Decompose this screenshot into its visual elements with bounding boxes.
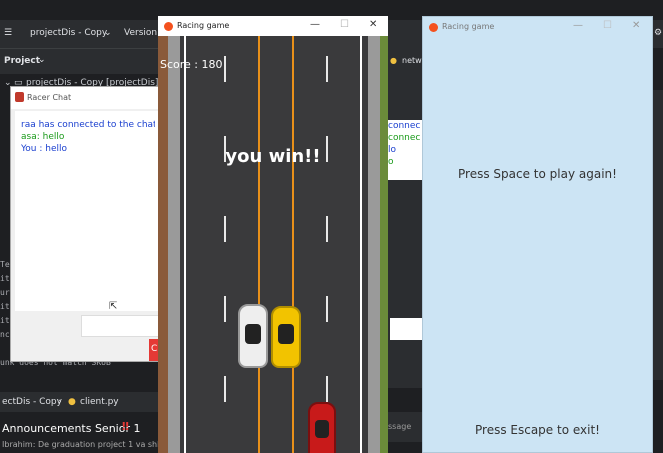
win-message: you win!!: [225, 146, 321, 167]
opponent-car-red: [308, 402, 336, 453]
maximize-icon[interactable]: ☐: [603, 20, 612, 31]
chevron-down-icon[interactable]: ⌄: [38, 55, 46, 65]
chevron-down-icon: ⌄: [104, 28, 112, 38]
player-car-white: [238, 304, 268, 368]
gear-icon[interactable]: ⚙: [654, 28, 662, 38]
chat-line: lo: [388, 145, 397, 155]
curb-left: [168, 36, 180, 453]
road-canvas: Score : 180 you win!!: [158, 36, 388, 453]
chat-input-right[interactable]: [390, 318, 422, 340]
alert-icon: ‼: [122, 420, 129, 433]
ide-right-edge: [652, 90, 663, 380]
breadcrumb-file[interactable]: client.py: [80, 397, 119, 407]
racing-app-icon: [164, 22, 173, 31]
window-title: Racing game: [177, 21, 230, 30]
chat-message: You : hello: [21, 144, 68, 154]
chat-message: raa has connected to the chat r: [21, 120, 155, 130]
minimize-icon[interactable]: —: [310, 19, 320, 30]
close-icon[interactable]: ✕: [632, 20, 640, 31]
project-switcher[interactable]: projectDis - Copy: [30, 28, 107, 38]
play-again-message: Press Space to play again!: [458, 167, 617, 181]
racing-window-inactive: Racing game — ☐ ✕ Press Space to play ag…: [422, 16, 653, 453]
python-file-icon: ●: [68, 397, 76, 407]
ide-right-pane: ● netw connec connec lo o: [388, 48, 424, 388]
player-car-yellow: [271, 306, 301, 368]
project-label: Project: [4, 56, 41, 66]
project-panel-header: Project ⌄: [0, 48, 160, 74]
lane-dash: [326, 56, 328, 82]
window-title: Racing game: [442, 22, 495, 31]
send-label: C: [151, 344, 158, 354]
chevron-right-icon: ›: [58, 397, 62, 407]
close-icon[interactable]: ✕: [369, 19, 377, 30]
lane-dash: [224, 56, 226, 82]
announcement-subtitle: Ibrahim: De graduation project 1 va shh: [2, 440, 163, 449]
roadside-left: [158, 36, 168, 453]
lane-edge-right: [360, 36, 362, 453]
mouse-cursor-icon: ⇱: [109, 301, 118, 312]
message-field[interactable]: ssage: [388, 412, 422, 442]
python-file-icon: ●: [390, 56, 397, 65]
roadside-right: [380, 36, 388, 453]
announcement-title: Announcements Senior 1: [2, 422, 141, 435]
chat-line: connec: [388, 121, 421, 131]
curb-right: [368, 36, 380, 453]
notification-popup[interactable]: Announcements Senior 1 ‼ Ibrahim: De gra…: [0, 418, 163, 453]
chat-messages: raa has connected to the chat r asa: hel…: [15, 111, 161, 311]
chat-titlebar: Racer Chat: [11, 87, 159, 109]
racing-window-active: Racing game — ☐ ✕ Score : 180 you win!!: [158, 16, 388, 453]
chat-line: connec: [388, 133, 421, 143]
center-line: [258, 36, 260, 453]
lane-dash: [224, 376, 226, 402]
editor-tab-network[interactable]: netw: [402, 56, 422, 65]
chat-title: Racer Chat: [27, 93, 72, 102]
chat-window: Racer Chat raa has connected to the chat…: [10, 86, 161, 362]
score-label: Score : 180: [160, 58, 223, 71]
racing-titlebar: Racing game — ☐ ✕: [423, 17, 652, 37]
racing-app-icon: [429, 23, 438, 32]
lane-edge-left: [184, 36, 186, 453]
menu-icon[interactable]: ☰: [4, 28, 12, 38]
lane-dash: [326, 376, 328, 402]
message-placeholder: ssage: [388, 422, 412, 431]
maximize-icon[interactable]: ☐: [340, 19, 349, 30]
lane-dash: [326, 216, 328, 242]
minimize-icon[interactable]: —: [573, 20, 583, 31]
chat-message: asa: hello: [21, 132, 65, 142]
breadcrumb: ectDis - Copy › ● client.py: [0, 392, 160, 412]
exit-message: Press Escape to exit!: [475, 423, 600, 437]
racing-titlebar: Racing game — ☐ ✕: [158, 16, 388, 36]
lane-dash: [224, 216, 226, 242]
lane-dash: [224, 296, 226, 322]
center-line: [292, 36, 294, 453]
chat-input[interactable]: [81, 315, 161, 337]
racer-app-icon: [15, 92, 24, 102]
breadcrumb-project[interactable]: ectDis - Copy: [2, 397, 62, 407]
chat-line: o: [388, 157, 394, 167]
lane-dash: [326, 296, 328, 322]
